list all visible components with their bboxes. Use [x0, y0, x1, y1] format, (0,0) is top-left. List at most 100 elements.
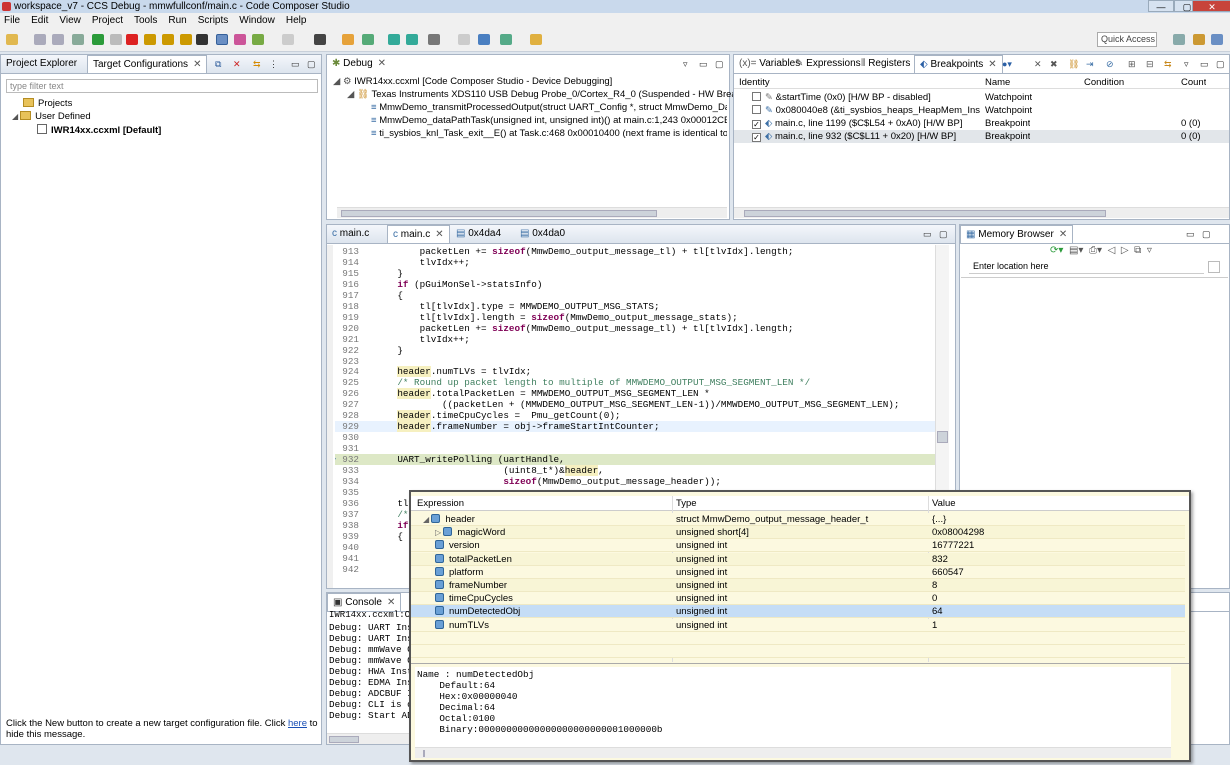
menu-file[interactable]: File	[4, 15, 20, 26]
close-tab-icon[interactable]: ✕	[387, 597, 395, 608]
variable-row[interactable]: timeCpuCycles unsigned int 0	[411, 592, 1185, 606]
debug-session-item[interactable]: ◢ ⚙ IWR14xx.ccxml [Code Composer Studio …	[333, 76, 612, 87]
show-supported-icon[interactable]: ⛓	[1068, 59, 1079, 70]
menu-project[interactable]: Project	[92, 15, 123, 26]
code-line[interactable]: 917 {	[335, 290, 935, 301]
collapse-all-icon[interactable]: ⊟	[1146, 59, 1154, 70]
code-line[interactable]: 928 header.timeCpuCycles = Pmu_getCount(…	[335, 410, 935, 422]
restart-icon[interactable]	[234, 34, 246, 45]
connect-icon[interactable]	[252, 34, 264, 45]
import-icon[interactable]: ⎙▾	[1089, 245, 1102, 256]
value-cell[interactable]: 0	[932, 592, 937, 605]
code-line[interactable]: 926 header.totalPacketLen = MMWDEMO_OUTP…	[335, 388, 935, 400]
code-line[interactable]: 932 UART_writePolling (uartHandle, ⬖	[335, 454, 935, 466]
code-line[interactable]: 931	[335, 443, 935, 454]
breakpoints-hscroll[interactable]	[734, 207, 1229, 218]
remove-all-icon[interactable]: ✖	[1050, 59, 1058, 70]
code-line[interactable]: 925 /* Round up packet length to multipl…	[335, 377, 935, 388]
menu-help[interactable]: Help	[286, 15, 307, 26]
save-all-icon[interactable]	[52, 34, 64, 45]
value-cell[interactable]: 16777221	[932, 539, 974, 552]
terminate-icon[interactable]	[126, 34, 138, 45]
expand-all-icon[interactable]: ⊞	[1128, 59, 1136, 70]
collapse-triangle-icon[interactable]: ◢	[423, 515, 431, 524]
filter-input[interactable]: type filter text	[6, 79, 318, 93]
code-line[interactable]: 916 if (pGuiMonSel->statsInfo)	[335, 279, 935, 290]
code-line[interactable]: 927 ((packetLen + (MMWDEMO_OUTPUT_MSG_SE…	[335, 399, 935, 410]
menu-view[interactable]: View	[59, 15, 81, 26]
column-header-value[interactable]: Value	[932, 498, 956, 509]
code-line[interactable]: 915 }	[335, 268, 935, 279]
close-window-button[interactable]: ✕	[1192, 0, 1230, 12]
code-line[interactable]: 929 header.frameNumber = obj->frameStart…	[335, 421, 935, 433]
collapse-triangle-icon[interactable]: ◢	[12, 112, 18, 121]
memory-location-input[interactable]: Enter location here	[969, 260, 1204, 274]
scroll-thumb[interactable]	[341, 210, 657, 217]
variable-row[interactable]: numDetectedObj unsigned int 64	[411, 605, 1185, 619]
column-header-name[interactable]: Name	[985, 77, 1010, 88]
save-icon[interactable]	[34, 34, 46, 45]
value-cell[interactable]: 64	[932, 605, 943, 618]
new-config-icon[interactable]: ⧉	[215, 59, 221, 70]
column-header-type[interactable]: Type	[676, 498, 697, 509]
delete-icon[interactable]: ✕	[233, 59, 241, 70]
maximize-view-icon[interactable]: ▢	[307, 59, 316, 70]
scroll-thumb[interactable]	[937, 431, 948, 443]
suspend-icon[interactable]	[110, 34, 122, 45]
breakpoint-row[interactable]: ✓ ⬖ main.c, line 932 ($C$L11 + 0x20) [H/W…	[734, 130, 1229, 143]
breakpoint-checkbox[interactable]	[752, 92, 761, 101]
new-icon[interactable]	[6, 34, 18, 45]
resume-icon[interactable]	[92, 34, 104, 45]
tab-main-c-2[interactable]: c main.c ✕	[387, 225, 450, 243]
open-perspective-icon[interactable]	[1173, 34, 1185, 45]
tools-icon[interactable]	[428, 34, 440, 45]
variable-row[interactable]: totalPacketLen unsigned int 832	[411, 552, 1185, 566]
debug-perspective-icon[interactable]	[1211, 34, 1223, 45]
code-line[interactable]: 934 sizeof(MmwDemo_output_message_header…	[335, 476, 935, 487]
close-tab-icon[interactable]: ✕	[378, 58, 386, 69]
hover-hscroll[interactable]	[415, 747, 1171, 758]
maximize-view-icon[interactable]: ▢	[715, 59, 724, 70]
quick-access-input[interactable]: Quick Access	[1097, 32, 1157, 47]
search-icon[interactable]	[478, 34, 490, 45]
code-line[interactable]: 913 packetLen += sizeof(MmwDemo_output_m…	[335, 246, 935, 257]
variable-row[interactable]: frameNumber unsigned int 8	[411, 579, 1185, 592]
breakpoint-row[interactable]: ✎ &startTime (0x0) [H/W BP - disabled] W…	[734, 91, 1229, 104]
step-return-icon[interactable]	[180, 34, 192, 45]
stack-frame-item[interactable]: ≡ MmwDemo_transmitProcessedOutput(struct…	[371, 102, 727, 113]
close-tab-icon[interactable]: ✕	[988, 59, 996, 70]
grid-icon[interactable]	[196, 34, 208, 45]
breakpoint-toggle-icon[interactable]	[342, 34, 354, 45]
code-line[interactable]: 921 tlvIdx++;	[335, 334, 935, 345]
value-cell[interactable]: 0x08004298	[932, 526, 984, 539]
column-header-expression[interactable]: Expression	[417, 498, 464, 509]
minimize-view-icon[interactable]: ▭	[291, 59, 300, 70]
tab-registers[interactable]: ⦀ Registers	[856, 55, 915, 73]
step-into-icon[interactable]	[144, 34, 156, 45]
forward-icon[interactable]: ▷	[1121, 245, 1129, 256]
breakpoint-checkbox[interactable]: ✓	[752, 120, 761, 129]
variable-row[interactable]: numTLVs unsigned int 1	[411, 618, 1185, 632]
tab-main-c-1[interactable]: c main.c	[327, 225, 374, 243]
column-header-count[interactable]: Count	[1181, 77, 1206, 88]
tab-debug[interactable]: ✱ Debug ✕	[327, 55, 391, 74]
code-line[interactable]: 914 tlvIdx++;	[335, 257, 935, 268]
edit-perspective-icon[interactable]	[1193, 34, 1205, 45]
pin-icon[interactable]	[530, 34, 542, 45]
link-icon[interactable]: ⇆	[253, 59, 261, 70]
collapse-triangle-icon[interactable]: ◢	[347, 89, 354, 100]
refresh-icon[interactable]	[388, 34, 400, 45]
load-program-icon[interactable]	[314, 34, 326, 45]
value-cell[interactable]: 832	[932, 553, 948, 566]
minimize-button[interactable]: —	[1148, 0, 1174, 12]
value-cell[interactable]: 8	[932, 579, 937, 592]
variable-row[interactable]: ◢ header struct MmwDemo_output_message_he…	[411, 513, 1185, 526]
go-icon[interactable]	[1208, 261, 1220, 273]
tab-memory-browser[interactable]: ▦ Memory Browser ✕	[960, 225, 1074, 243]
code-line[interactable]: 923	[335, 356, 935, 367]
minimize-view-icon[interactable]: ▭	[699, 59, 708, 70]
expand-triangle-icon[interactable]: ▷	[435, 528, 443, 537]
menu-tools[interactable]: Tools	[134, 15, 157, 26]
minimize-view-icon[interactable]: ▭	[1200, 59, 1209, 70]
close-tab-icon[interactable]: ✕	[435, 229, 443, 240]
